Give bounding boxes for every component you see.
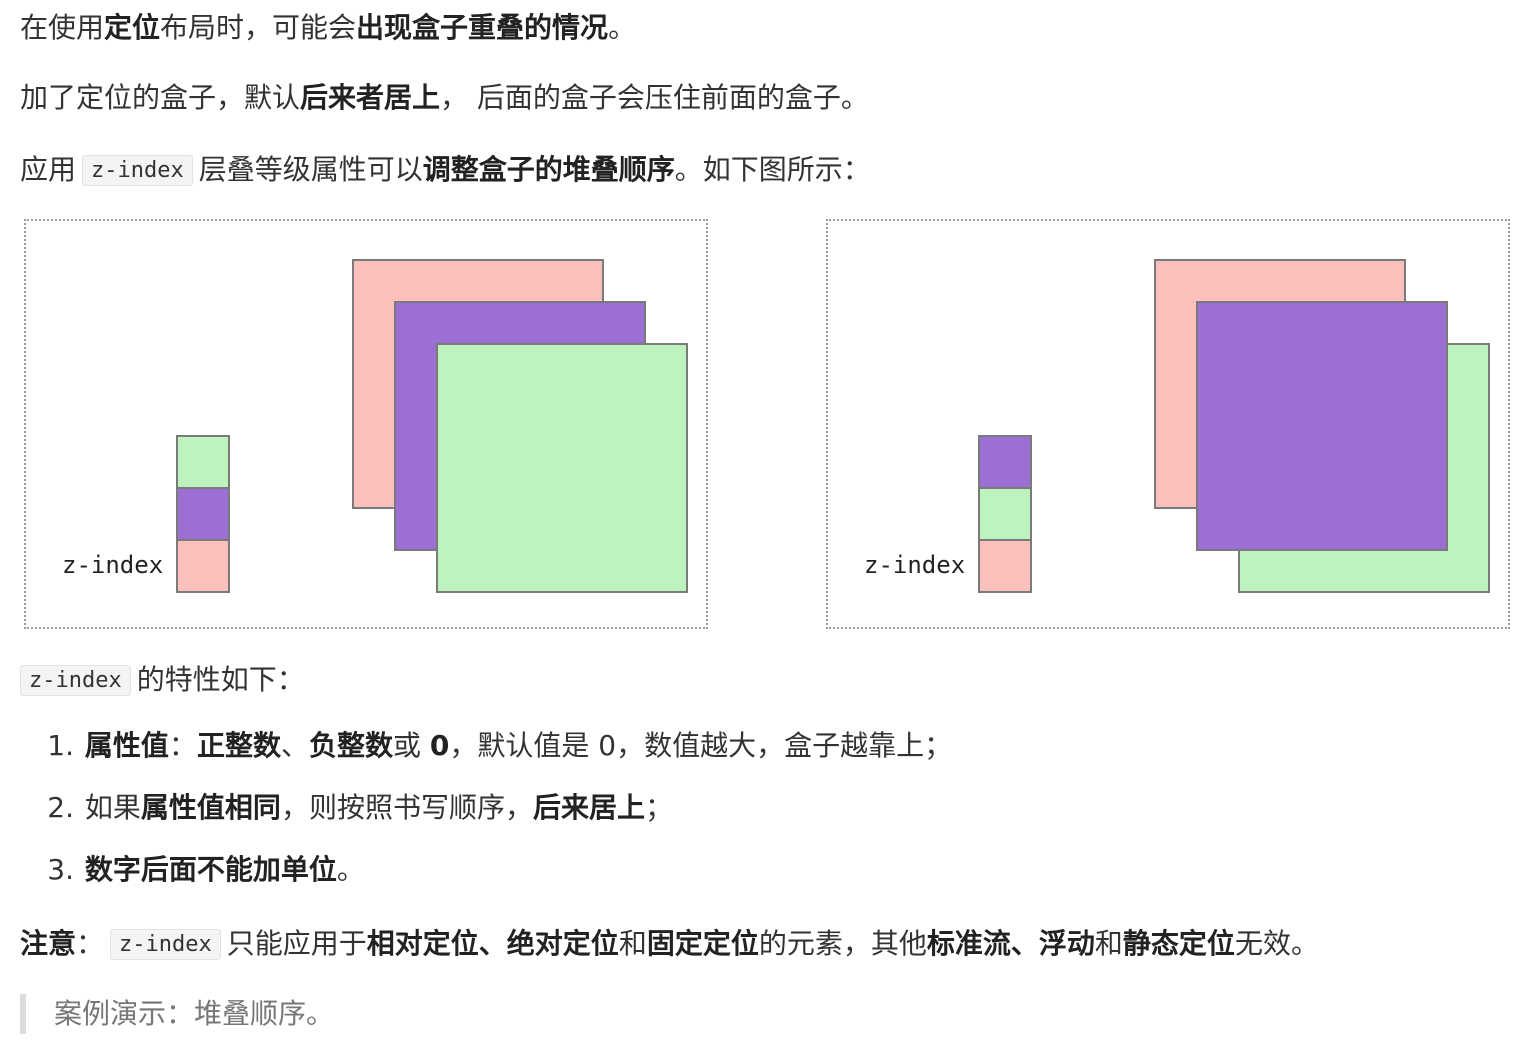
list-item-text: 如果: [84, 791, 141, 824]
intro-bold-overlap: 出现盒子重叠的情况: [356, 11, 609, 44]
note-bold: 、: [1010, 927, 1039, 960]
zindex-intro-text: 层叠等级属性可以: [198, 153, 423, 186]
inline-code-zindex: z-index: [20, 665, 131, 696]
zindex-intro-text: 应用: [20, 153, 77, 186]
note-bold: 标准流: [926, 927, 1011, 960]
inline-code-zindex: z-index: [82, 155, 193, 186]
note-bold: 、: [478, 927, 507, 960]
figure-zindex-label: z-index: [864, 551, 966, 579]
green-box: [436, 343, 688, 593]
list-item-bold: 属性值: [84, 729, 169, 762]
intro-text: 在使用: [20, 11, 105, 44]
list-item-bold: 属性值相同: [140, 791, 281, 824]
list-item-text: 。: [336, 853, 365, 886]
default-order-text: ， 后面的盒子会压住前面的盒子。: [440, 81, 869, 114]
note-text: 的元素，其他: [758, 927, 927, 960]
note-paragraph: 注意： z-index 只能应用于相对定位、绝对定位和固定定位的元素，其他标准流、浮…: [20, 924, 1319, 965]
list-item-text: 、: [280, 729, 309, 762]
list-item: 1. 属性值：正整数、负整数或 0，默认值是 0，数值越大，盒子越靠上；: [20, 726, 952, 788]
intro-text: 。: [608, 11, 637, 44]
default-order-bold: 后来者居上: [300, 81, 441, 114]
legend-swatch-pink: [978, 539, 1032, 593]
properties-heading-text: 的特性如下：: [136, 663, 305, 696]
list-item-text: ：: [168, 729, 197, 762]
note-bold: 浮动: [1038, 927, 1095, 960]
list-item-text: ；: [644, 791, 673, 824]
zindex-intro-bold: 调整盒子的堆叠顺序: [422, 153, 675, 186]
list-item-number: 3.: [47, 853, 74, 886]
inline-code-zindex: z-index: [110, 929, 221, 960]
note-bold: 相对定位: [366, 927, 479, 960]
list-item-bold: 0: [429, 729, 450, 762]
legend-swatch-pink: [176, 539, 230, 593]
intro-paragraph: 在使用定位布局时，可能会出现盒子重叠的情况。: [20, 8, 636, 48]
list-item-bold: 负整数: [308, 729, 393, 762]
demo-blockquote: 案例演示：堆叠顺序。: [20, 994, 334, 1034]
demo-blockquote-text: 案例演示：堆叠顺序。: [54, 997, 335, 1030]
note-text: ：: [76, 927, 105, 960]
intro-bold-positioning: 定位: [104, 11, 161, 44]
list-item-bold: 后来居上: [532, 791, 645, 824]
note-text: 和: [1094, 927, 1123, 960]
figure-zindex-label: z-index: [62, 551, 164, 579]
list-item: 2. 如果属性值相同，则按照书写顺序，后来居上；: [20, 788, 952, 850]
figure-adjusted-stacking: z-index: [826, 219, 1510, 629]
intro-text: 布局时，可能会: [160, 11, 357, 44]
list-item-number: 1.: [47, 729, 74, 762]
list-item-text: ，则按照书写顺序，: [280, 791, 533, 824]
note-text: 无效。: [1234, 927, 1319, 960]
properties-heading: z-index 的特性如下：: [20, 660, 305, 701]
zindex-intro-text: 。如下图所示：: [674, 153, 871, 186]
legend-swatch-green: [978, 487, 1032, 541]
note-label: 注意: [20, 927, 77, 960]
note-bold: 固定定位: [646, 927, 759, 960]
list-item-text: ，默认值是 0，数值越大，盒子越靠上；: [449, 729, 953, 762]
legend-swatch-purple: [978, 435, 1032, 489]
legend-swatch-purple: [176, 487, 230, 541]
note-text: 只能应用于: [226, 927, 367, 960]
list-item: 3. 数字后面不能加单位。: [20, 850, 952, 912]
list-item-text: 或: [392, 729, 430, 762]
list-item-number: 2.: [47, 791, 74, 824]
note-bold: 绝对定位: [506, 927, 619, 960]
default-order-paragraph: 加了定位的盒子，默认后来者居上， 后面的盒子会压住前面的盒子。: [20, 78, 869, 118]
default-order-text: 加了定位的盒子，默认: [20, 81, 301, 114]
legend-swatch-green: [176, 435, 230, 489]
purple-box: [1196, 301, 1448, 551]
properties-list: 1. 属性值：正整数、负整数或 0，默认值是 0，数值越大，盒子越靠上； 2. …: [20, 726, 952, 912]
figure-default-stacking: z-index: [24, 219, 708, 629]
zindex-intro-paragraph: 应用 z-index 层叠等级属性可以调整盒子的堆叠顺序。如下图所示：: [20, 150, 871, 191]
list-item-bold: 正整数: [196, 729, 281, 762]
list-item-bold: 数字后面不能加单位: [84, 853, 337, 886]
note-text: 和: [618, 927, 647, 960]
note-bold: 静态定位: [1122, 927, 1235, 960]
